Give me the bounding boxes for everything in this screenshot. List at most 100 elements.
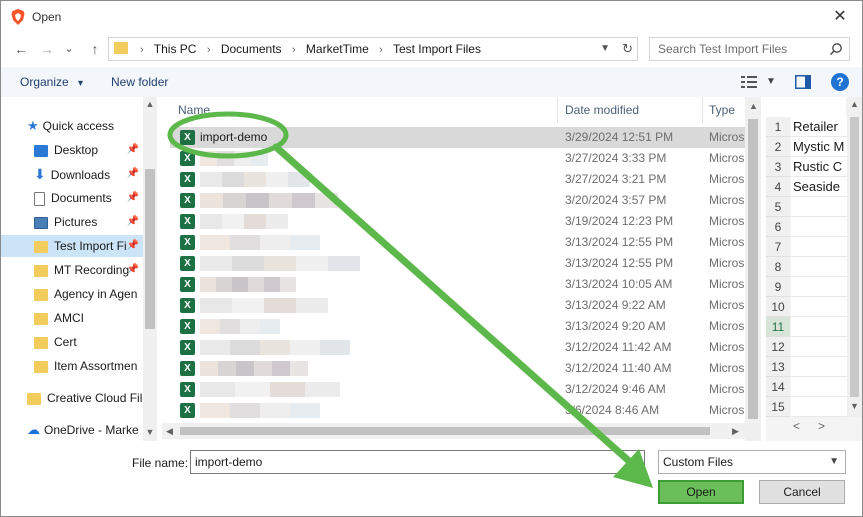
preview-row-number: 11 — [766, 317, 790, 337]
open-button[interactable]: Open — [658, 480, 744, 504]
close-icon[interactable]: ✕ — [828, 5, 852, 29]
file-row[interactable]: X 3/20/2024 3:57 PM Micros — [170, 190, 746, 211]
preview-row-number: 5 — [766, 197, 790, 217]
preview-scrollbar[interactable]: ▲ ▼ — [847, 97, 862, 417]
breadcrumb-this-pc[interactable]: This PC — [154, 42, 197, 56]
file-date-modified: 3/6/2024 8:46 AM — [565, 403, 660, 417]
scroll-down-arrow-icon[interactable]: ▼ — [850, 401, 859, 411]
sidebar-scrollbar[interactable]: ▲ ▼ — [143, 97, 157, 441]
new-folder-button[interactable]: New folder — [111, 67, 168, 97]
help-icon[interactable]: ? — [831, 73, 849, 91]
excel-file-icon: X — [180, 382, 195, 397]
preview-prev-icon[interactable]: < — [793, 419, 800, 433]
redacted-file-name — [200, 235, 230, 250]
scroll-up-arrow-icon[interactable]: ▲ — [143, 99, 157, 109]
preview-cell — [791, 357, 851, 377]
file-row[interactable]: X 3/13/2024 9:20 AM Micros — [170, 316, 746, 337]
sidebar-item-pictures[interactable]: Pictures 📌 — [34, 211, 143, 233]
column-header-name[interactable]: Name — [178, 97, 210, 123]
preview-row-number: 6 — [766, 217, 790, 237]
redacted-file-name — [232, 277, 248, 292]
file-row[interactable]: X 3/13/2024 10:05 AM Micros — [170, 274, 746, 295]
cancel-button[interactable]: Cancel — [759, 480, 845, 504]
file-row[interactable]: X 3/12/2024 11:40 AM Micros — [170, 358, 746, 379]
redacted-file-name — [272, 361, 290, 376]
redacted-file-name — [220, 319, 240, 334]
sidebar-item-desktop[interactable]: Desktop 📌 — [34, 139, 143, 161]
sidebar-item-documents[interactable]: Documents 📌 — [34, 187, 143, 209]
file-row[interactable]: X 3/12/2024 11:42 AM Micros — [170, 337, 746, 358]
file-row[interactable]: X 3/13/2024 12:55 PM Micros — [170, 253, 746, 274]
refresh-icon[interactable]: ↻ — [622, 38, 633, 60]
scroll-right-arrow-icon[interactable]: ▶ — [732, 426, 739, 437]
file-type-filter-select[interactable]: Custom Files ▼ — [658, 450, 846, 474]
scroll-down-arrow-icon[interactable]: ▼ — [143, 427, 157, 437]
file-row[interactable]: X 3/13/2024 12:55 PM Micros — [170, 232, 746, 253]
column-divider[interactable] — [557, 97, 558, 123]
file-name-input[interactable]: import-demo ▼ — [190, 450, 645, 474]
breadcrumb-test-import-files[interactable]: Test Import Files — [393, 42, 481, 56]
file-date-modified: 3/13/2024 10:05 AM — [565, 277, 673, 291]
sidebar-item-downloads[interactable]: ⬇ Downloads 📌 — [34, 163, 143, 185]
preview-cell — [791, 237, 851, 257]
file-row[interactable]: X 3/27/2024 3:33 PM Micros — [170, 148, 746, 169]
organize-caret-icon: ▾ — [78, 78, 84, 89]
scroll-left-arrow-icon[interactable]: ◀ — [166, 426, 173, 437]
file-list-vertical-thumb[interactable] — [748, 119, 758, 419]
file-row[interactable]: X 3/12/2024 9:46 AM Micros — [170, 379, 746, 400]
back-arrow-icon[interactable]: ← — [11, 39, 31, 59]
column-header-date-modified[interactable]: Date modified — [565, 97, 639, 123]
preview-next-icon[interactable]: > — [818, 419, 825, 433]
address-bar[interactable]: › This PC › Documents › MarketTime › Tes… — [108, 37, 638, 61]
preview-row-number: 9 — [766, 277, 790, 297]
sidebar-item-mt-recording[interactable]: MT Recording 📌 — [34, 259, 143, 281]
sidebar-item-cert[interactable]: Cert — [34, 331, 143, 353]
pin-icon: 📌 — [126, 264, 139, 275]
file-list-vertical-scrollbar[interactable]: ▲ — [745, 97, 761, 441]
forward-arrow-icon[interactable]: → — [37, 39, 57, 59]
recent-locations-chevron-icon[interactable]: ⌄ — [59, 39, 79, 59]
sidebar-item-item-assortment[interactable]: Item Assortmen — [34, 355, 143, 377]
file-row[interactable]: X 3/6/2024 8:46 AM Micros — [170, 400, 746, 421]
up-arrow-icon[interactable]: ↑ — [85, 39, 105, 59]
sidebar-item-quick-access[interactable]: ★ Quick access — [27, 115, 159, 137]
redacted-file-name — [260, 319, 280, 334]
file-row[interactable]: X 3/19/2024 12:23 PM Micros — [170, 211, 746, 232]
view-options-chevron-icon[interactable]: ▼ — [766, 72, 776, 92]
redacted-file-name — [290, 340, 320, 355]
excel-file-icon: X — [180, 298, 195, 313]
column-divider[interactable] — [702, 97, 703, 123]
file-name-dropdown-chevron-icon[interactable]: ▼ — [629, 451, 639, 473]
sidebar-item-creative-cloud[interactable]: Creative Cloud Fil — [27, 387, 143, 409]
column-header-type[interactable]: Type — [709, 97, 735, 123]
sidebar-item-amci[interactable]: AMCI — [34, 307, 143, 329]
breadcrumb-documents[interactable]: Documents — [221, 42, 282, 56]
breadcrumb-markettime[interactable]: MarketTime — [306, 42, 369, 56]
preview-row: 5 — [766, 197, 851, 217]
preview-pane-icon[interactable] — [795, 75, 811, 89]
file-row[interactable]: X 3/27/2024 3:21 PM Micros — [170, 169, 746, 190]
pin-icon: 📌 — [126, 216, 139, 227]
search-input[interactable]: Search Test Import Files — [649, 37, 850, 61]
file-row[interactable]: Ximport-demo 3/29/2024 12:51 PM Micros — [170, 127, 746, 148]
excel-file-icon: X — [180, 361, 195, 376]
preview-row: 7 — [766, 237, 851, 257]
redacted-file-name — [200, 172, 222, 187]
file-list-horizontal-thumb[interactable] — [180, 427, 710, 435]
sidebar-item-test-import-files[interactable]: Test Import Fi 📌 — [1, 235, 143, 257]
sidebar-item-label: Documents — [51, 191, 112, 205]
scroll-up-arrow-icon[interactable]: ▲ — [850, 99, 859, 109]
view-options-icon[interactable] — [741, 75, 757, 89]
sidebar-scroll-thumb[interactable] — [145, 169, 155, 329]
address-dropdown-chevron-icon[interactable]: ▼ — [600, 38, 610, 60]
redacted-file-name — [246, 193, 269, 208]
preview-scroll-thumb[interactable] — [850, 117, 859, 397]
sidebar-item-onedrive[interactable]: ☁ OneDrive - Marke — [27, 419, 143, 441]
sidebar-item-label: Creative Cloud Fil — [47, 391, 143, 405]
navigation-pane: ★ Quick access Desktop 📌 ⬇ Downloads 📌 Doc… — [1, 97, 159, 441]
sidebar-item-agency[interactable]: Agency in Agen — [34, 283, 143, 305]
file-row[interactable]: X 3/13/2024 9:22 AM Micros — [170, 295, 746, 316]
file-list-horizontal-scrollbar[interactable]: ◀ ▶ — [162, 423, 745, 439]
organize-button[interactable]: Organize ▾ — [20, 67, 83, 99]
scroll-up-arrow-icon[interactable]: ▲ — [749, 101, 758, 111]
